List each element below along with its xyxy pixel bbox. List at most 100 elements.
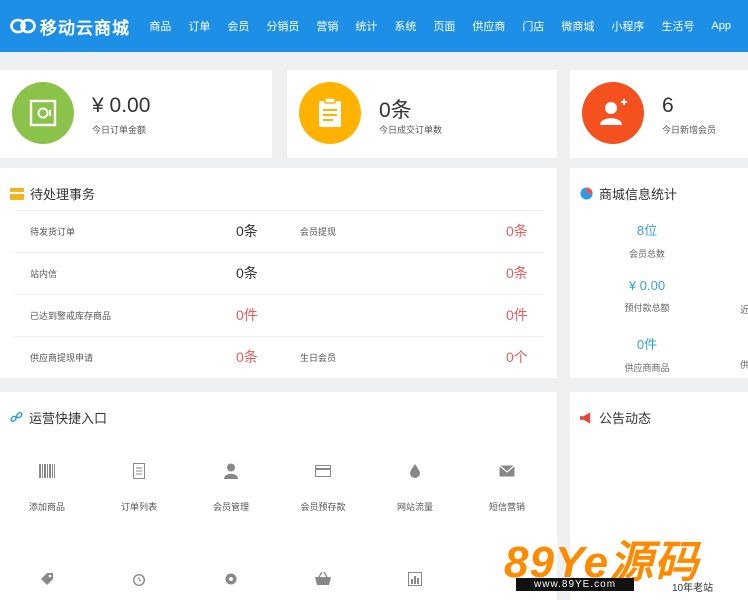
- nav-item-life-account[interactable]: 生活号: [661, 18, 694, 34]
- pending-row: 待发货订单 0条 会员提现 0条: [14, 210, 544, 252]
- nav-item-goods[interactable]: 商品: [149, 18, 171, 34]
- pending-value[interactable]: 0件: [506, 305, 528, 325]
- quick-link-add-goods[interactable]: 添加商品: [12, 458, 82, 513]
- stat-item-label: 会员总数: [628, 249, 665, 259]
- quick-link-chart[interactable]: [380, 566, 450, 592]
- stat-item-supplier-goods: 0件 供应商商品: [582, 334, 712, 374]
- pending-row: 供应商提现申请 0条 生日会员 0个: [14, 336, 544, 378]
- pending-row: 已达到警戒库存商品 0件 0件: [14, 294, 544, 336]
- panel-title: 待处理事务: [10, 184, 95, 203]
- list-icon: [104, 458, 174, 484]
- stat-label: 今日成交订单数: [379, 125, 443, 135]
- stat-card-order-amount: ¥ 0.00 今日订单金额: [0, 70, 272, 158]
- stat-value: 0条: [379, 99, 412, 122]
- nav-item-orders[interactable]: 订单: [188, 18, 210, 34]
- pending-value[interactable]: 0条: [506, 221, 528, 241]
- user-icon: [196, 458, 266, 484]
- drop-icon: [380, 458, 450, 484]
- alarm-icon: [104, 566, 174, 592]
- link-logo-icon: [10, 18, 36, 34]
- nav-item-miniprogram[interactable]: 小程序: [611, 18, 644, 34]
- quick-link-tags[interactable]: [12, 566, 82, 592]
- clipboard-icon: [299, 82, 361, 144]
- pending-row: 站内信 0条 0条: [14, 252, 544, 294]
- pending-label: 待发货订单: [30, 227, 76, 237]
- quick-link-site-traffic[interactable]: 网站流量: [380, 458, 450, 513]
- quick-link-label: 会员预存款: [300, 502, 346, 512]
- basket-icon: [288, 566, 358, 592]
- pending-tasks-panel: 待处理事务 待发货订单 0条 会员提现 0条 站内信 0条 0条 已达到警戒库存…: [0, 168, 557, 378]
- quick-link-member-deposit[interactable]: 会员预存款: [288, 458, 358, 513]
- pending-label: 站内信: [30, 269, 58, 279]
- nav-item-stores[interactable]: 门店: [522, 18, 544, 34]
- pending-value[interactable]: 0条: [236, 347, 258, 367]
- nav-item-app[interactable]: App: [711, 20, 731, 32]
- quick-links-panel: 运营快捷入口 添加商品 订单列表 会员管理 会员预存款 网站流量 短信营销: [0, 392, 557, 600]
- pending-value[interactable]: 0件: [236, 305, 258, 325]
- chart-icon: [380, 566, 450, 592]
- stat-label: 今日订单金额: [92, 125, 147, 135]
- quick-link-alarm[interactable]: [104, 566, 174, 592]
- mail-icon: [472, 458, 542, 484]
- watermark-url: www.89YE.com: [516, 578, 635, 591]
- pending-label: 供应商提现申请: [30, 353, 94, 363]
- quick-link-label: 会员管理: [212, 502, 249, 512]
- stat-value: 6: [662, 94, 674, 117]
- quick-link-label: 网站流量: [396, 502, 433, 512]
- quick-link-order-list[interactable]: 订单列表: [104, 458, 174, 513]
- card-icon: [288, 458, 358, 484]
- quick-link-member-manage[interactable]: 会员管理: [196, 458, 266, 513]
- stat-item-label: 供应商商品: [624, 363, 670, 373]
- top-navbar: 移动云商城 商品 订单 会员 分销员 营销 统计 系统 页面 供应商 门店 微商…: [0, 0, 748, 52]
- watermark-years: 10年老站: [672, 583, 714, 594]
- stat-item-members: 8位 会员总数: [582, 220, 712, 260]
- main-nav: 商品 订单 会员 分销员 营销 统计 系统 页面 供应商 门店 微商城 小程序 …: [149, 18, 748, 34]
- stat-label: 今日新增会员: [662, 125, 717, 135]
- stat-item-value: ¥ 0.00: [628, 278, 666, 293]
- nav-item-members[interactable]: 会员: [227, 18, 249, 34]
- link-icon: [10, 411, 23, 424]
- nav-item-system[interactable]: 系统: [394, 18, 416, 34]
- pie-chart-icon: [580, 187, 593, 200]
- stat-item-label: 预付款总额: [624, 303, 670, 313]
- brand-logo[interactable]: 移动云商城: [0, 14, 147, 39]
- nav-item-marketing[interactable]: 营销: [316, 18, 338, 34]
- nav-item-suppliers[interactable]: 供应商: [472, 18, 505, 34]
- panel-title: 运营快捷入口: [10, 408, 107, 427]
- quick-link-label: 添加商品: [28, 502, 65, 512]
- nav-item-pages[interactable]: 页面: [433, 18, 455, 34]
- megaphone-icon: [580, 411, 593, 424]
- panel-title: 商城信息统计: [580, 184, 677, 203]
- stat-card-order-count: 0条 今日成交订单数: [287, 70, 557, 158]
- panel-title-text: 待处理事务: [30, 187, 96, 202]
- pending-label: 会员提现: [300, 227, 337, 237]
- quick-link-sms-marketing[interactable]: 短信营销: [472, 458, 542, 513]
- nav-item-distributors[interactable]: 分销员: [266, 18, 299, 34]
- panel-title-text: 公告动态: [599, 411, 652, 426]
- mall-stats-panel: 商城信息统计 8位 会员总数 ¥ 0.00 预付款总额 0件 供应商商品 近 供: [570, 168, 748, 378]
- stat-value: ¥ 0.00: [92, 94, 151, 117]
- barcode-icon: [12, 458, 82, 484]
- quick-link-label: 短信营销: [488, 502, 525, 512]
- quick-link-label: 订单列表: [120, 502, 157, 512]
- pending-value[interactable]: 0条: [236, 221, 258, 241]
- nav-item-wechat-mall[interactable]: 微商城: [561, 18, 594, 34]
- pending-value[interactable]: 0个: [506, 347, 528, 367]
- cut-off-label: 近: [740, 305, 748, 315]
- brand-name: 移动云商城: [40, 18, 130, 38]
- panel-title-text: 商城信息统计: [599, 187, 678, 202]
- pending-value[interactable]: 0条: [506, 263, 528, 283]
- quick-link-settings[interactable]: [196, 566, 266, 592]
- safe-icon: [12, 82, 74, 144]
- quick-link-basket[interactable]: [288, 566, 358, 592]
- cut-off-label: 供: [740, 360, 748, 370]
- gear-icon: [196, 566, 266, 592]
- pending-label: 生日会员: [300, 353, 337, 363]
- pending-label: 已达到警戒库存商品: [30, 311, 112, 321]
- pending-value[interactable]: 0条: [236, 263, 258, 283]
- stat-card-new-members: 6 今日新增会员: [570, 70, 748, 158]
- inbox-icon: [10, 187, 24, 200]
- panel-title: 公告动态: [580, 408, 651, 427]
- nav-item-statistics[interactable]: 统计: [355, 18, 377, 34]
- stat-item-prepaid: ¥ 0.00 预付款总额: [582, 278, 712, 314]
